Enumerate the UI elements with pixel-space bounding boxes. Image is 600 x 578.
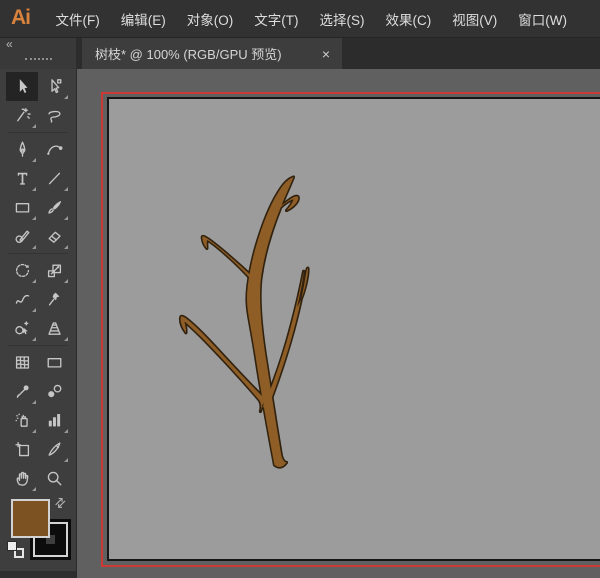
document-tab-title: 树枝* @ 100% (RGB/GPU 预览): [95, 47, 282, 62]
toolbar-drag-handle[interactable]: [25, 58, 52, 60]
paintbrush-tool[interactable]: [38, 193, 70, 222]
tool-panel: ⇄: [0, 69, 77, 578]
menu-select[interactable]: 选择(S): [309, 9, 375, 29]
panel-collapse-icon[interactable]: «: [6, 38, 13, 51]
menu-effect[interactable]: 效果(C): [375, 9, 442, 29]
menu-file[interactable]: 文件(F): [45, 9, 110, 29]
rotate-tool[interactable]: [6, 256, 38, 285]
main-area: ⇄: [0, 69, 600, 578]
curvature-tool[interactable]: [38, 135, 70, 164]
zoom-tool[interactable]: [38, 464, 70, 493]
color-wells: ⇄: [0, 493, 76, 571]
lasso-tool[interactable]: [38, 101, 70, 130]
menu-view[interactable]: 视图(V): [442, 9, 508, 29]
scale-tool[interactable]: [38, 256, 70, 285]
sub-bar: « 树枝* @ 100% (RGB/GPU 预览) ×: [0, 38, 600, 69]
menu-window[interactable]: 窗口(W): [508, 9, 578, 29]
puppet-warp-tool[interactable]: [38, 285, 70, 314]
menu-edit[interactable]: 编辑(E): [110, 9, 176, 29]
tree-branch-artwork[interactable]: [77, 69, 600, 578]
line-segment-tool[interactable]: [38, 164, 70, 193]
width-tool[interactable]: [6, 285, 38, 314]
branch-outline-pass: [178, 175, 310, 469]
illustrator-logo: Ai: [11, 5, 31, 29]
symbol-sprayer-tool[interactable]: [6, 406, 38, 435]
perspective-grid-tool[interactable]: [38, 314, 70, 343]
document-tab[interactable]: 树枝* @ 100% (RGB/GPU 预览) ×: [82, 38, 342, 69]
hand-tool[interactable]: [6, 464, 38, 493]
pen-tool[interactable]: [6, 135, 38, 164]
eraser-tool[interactable]: [38, 222, 70, 251]
selection-tool[interactable]: [6, 72, 38, 101]
eyedropper-tool[interactable]: [6, 377, 38, 406]
branch-fill-pass: [180, 177, 308, 467]
shape-builder-tool[interactable]: [6, 314, 38, 343]
artboard-tool[interactable]: [6, 435, 38, 464]
document-tab-bar: 树枝* @ 100% (RGB/GPU 预览) ×: [77, 38, 600, 69]
default-fill-square: [7, 541, 17, 551]
menu-object[interactable]: 对象(O): [176, 9, 244, 29]
canvas-pasteboard[interactable]: [77, 69, 600, 578]
tool-grid: [0, 72, 76, 493]
blend-tool[interactable]: [38, 377, 70, 406]
swap-fill-stroke-icon[interactable]: ⇄: [51, 493, 70, 512]
tab-close-icon[interactable]: ×: [314, 46, 330, 62]
slice-tool[interactable]: [38, 435, 70, 464]
type-tool[interactable]: [6, 164, 38, 193]
column-graph-tool[interactable]: [38, 406, 70, 435]
magic-wand-tool[interactable]: [6, 101, 38, 130]
toolbar-header: «: [0, 38, 77, 69]
menu-type[interactable]: 文字(T): [244, 9, 309, 29]
shaper-tool[interactable]: [6, 222, 38, 251]
paint-mode-strip: [0, 571, 76, 578]
direct-selection-tool[interactable]: [38, 72, 70, 101]
fill-color-swatch[interactable]: [11, 499, 50, 538]
mesh-tool[interactable]: [6, 348, 38, 377]
default-fill-stroke-icon[interactable]: [7, 541, 24, 558]
gradient-tool[interactable]: [38, 348, 70, 377]
menu-bar: Ai 文件(F) 编辑(E) 对象(O) 文字(T) 选择(S) 效果(C) 视…: [0, 0, 600, 38]
rectangle-tool[interactable]: [6, 193, 38, 222]
